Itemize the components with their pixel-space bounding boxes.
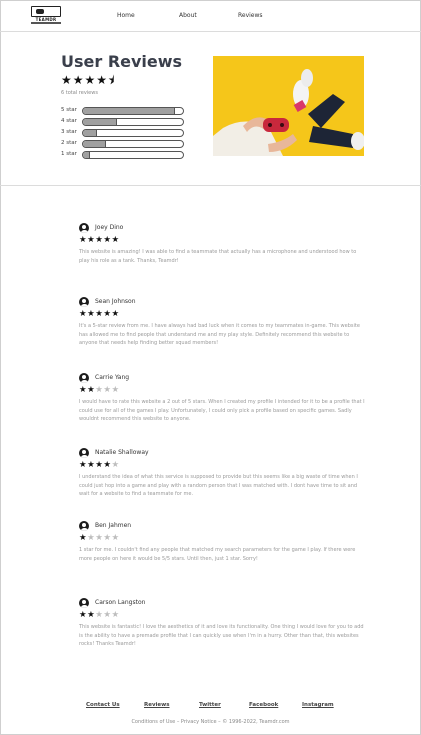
user-avatar-icon <box>79 521 89 531</box>
rating-label: 5 star <box>61 107 77 113</box>
footer-link-twitter[interactable]: Twitter <box>199 702 221 708</box>
star-empty-icon: ★ <box>111 460 120 470</box>
rating-bar <box>82 129 184 137</box>
rating-bar-fill <box>83 152 90 158</box>
user-avatar-icon <box>79 223 89 233</box>
star-filled-icon: ★ <box>79 235 88 245</box>
footer-link-instagram[interactable]: Instagram <box>302 702 334 708</box>
logo-tagline-bar <box>31 22 61 24</box>
controller-icon <box>31 6 61 17</box>
review-stars: ★★★★★ <box>79 309 120 319</box>
rating-bar <box>82 151 184 159</box>
rating-row-2: 2 star <box>61 140 186 148</box>
top-navigation: TEAMDR Home About Reviews <box>0 0 421 32</box>
rating-bar <box>82 140 184 148</box>
star-empty-icon: ★ <box>111 385 120 395</box>
user-avatar-icon <box>79 297 89 307</box>
review-text: This website is fantastic! I love the ae… <box>79 624 364 648</box>
star-filled-icon: ★ <box>111 309 120 319</box>
reviewer-name: Carson Langston <box>95 599 146 606</box>
total-reviews-count: 6 total reviews <box>61 90 98 96</box>
nav-link-reviews[interactable]: Reviews <box>238 12 263 19</box>
rating-label: 2 star <box>61 140 77 146</box>
rating-bar-fill <box>83 141 106 147</box>
star-filled-icon: ★ <box>103 309 112 319</box>
review-stars: ★★★★★ <box>79 385 120 395</box>
rating-bar <box>82 118 184 126</box>
star-filled-icon: ★ <box>79 385 88 395</box>
page-title: User Reviews <box>61 52 183 71</box>
star-filled-icon: ★ <box>103 235 112 245</box>
reviewer-name: Carrie Yang <box>95 374 130 381</box>
star-empty-icon: ★ <box>103 533 112 543</box>
reviewer-name: Sean Johnson <box>95 298 136 305</box>
star-filled-icon: ★ <box>79 610 88 620</box>
average-rating-stars: ★★★★⯨ <box>61 73 116 87</box>
teamdr-logo[interactable]: TEAMDR <box>31 6 61 24</box>
review-stars: ★★★★★ <box>79 533 120 543</box>
rating-bar-fill <box>83 130 97 136</box>
nav-link-home[interactable]: Home <box>117 12 135 19</box>
reviewer-name: Ben Jahmen <box>95 522 132 529</box>
rating-bar-fill <box>83 108 175 114</box>
star-empty-icon: ★ <box>111 533 120 543</box>
review-text: I would have to rate this website a 2 ou… <box>79 399 365 423</box>
user-avatar-icon <box>79 448 89 458</box>
review-text: I understand the idea of what this servi… <box>79 474 358 498</box>
reviews-summary: User Reviews ★★★★⯨ 6 total reviews 5 sta… <box>0 31 421 186</box>
reviewer-name: Joey Dino <box>95 224 124 231</box>
rating-row-5: 5 star <box>61 107 186 115</box>
reviewer-name: Natalie Shalloway <box>95 449 149 456</box>
review-stars: ★★★★★ <box>79 610 120 620</box>
rating-row-4: 4 star <box>61 118 186 126</box>
footer-link-contact[interactable]: Contact Us <box>86 702 120 708</box>
rating-row-3: 3 star <box>61 129 186 137</box>
rating-label: 3 star <box>61 129 77 135</box>
star-filled-icon: ★ <box>79 309 88 319</box>
rating-bar-fill <box>83 119 117 125</box>
review-text: It's a 5-star review from me. I have alw… <box>79 323 360 347</box>
star-filled-icon: ★ <box>79 460 88 470</box>
star-filled-icon: ★ <box>79 533 88 543</box>
footer-link-reviews[interactable]: Reviews <box>144 702 170 708</box>
review-text: This website is amazing! I was able to f… <box>79 249 357 264</box>
user-avatar-icon <box>79 598 89 608</box>
gamer-photo <box>213 56 364 156</box>
star-empty-icon: ★ <box>103 385 112 395</box>
rating-label: 4 star <box>61 118 77 124</box>
star-empty-icon: ★ <box>111 610 120 620</box>
nav-link-about[interactable]: About <box>179 12 197 19</box>
rating-bar <box>82 107 184 115</box>
star-filled-icon: ★ <box>103 460 112 470</box>
star-filled-icon: ★ <box>111 235 120 245</box>
star-empty-icon: ★ <box>103 610 112 620</box>
rating-label: 1 star <box>61 151 77 157</box>
rating-row-1: 1 star <box>61 151 186 159</box>
review-stars: ★★★★★ <box>79 460 120 470</box>
user-avatar-icon <box>79 373 89 383</box>
footer-link-facebook[interactable]: Facebook <box>249 702 278 708</box>
review-text: 1 star for me. I couldn't find any peopl… <box>79 547 356 562</box>
review-stars: ★★★★★ <box>79 235 120 245</box>
copyright-notice: Conditions of Use – Privacy Notice – © 1… <box>131 719 290 725</box>
